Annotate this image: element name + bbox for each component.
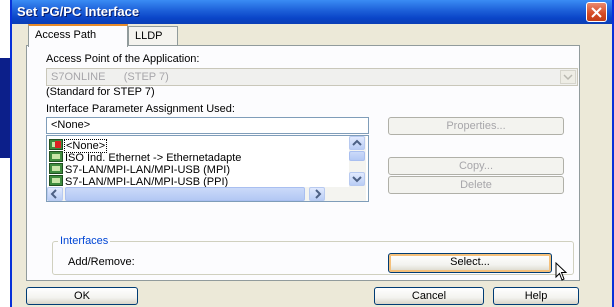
help-button[interactable]: Help [493, 287, 579, 305]
horizontal-scrollbar[interactable] [47, 187, 366, 201]
interface-param-label: Interface Parameter Assignment Used: [46, 103, 235, 115]
dropdown-arrow-icon [563, 74, 573, 81]
cancel-button[interactable]: Cancel [374, 287, 484, 305]
mouse-cursor-icon [555, 262, 568, 281]
copy-button[interactable]: Copy... [388, 157, 564, 175]
access-point-value: S7ONLINE (STEP 7) [51, 71, 169, 83]
background-strip [0, 0, 10, 307]
vertical-scrollbar[interactable] [349, 136, 366, 187]
window-title: Set PG/PC Interface [17, 4, 140, 19]
network-adapter-icon [49, 139, 63, 150]
dropdown-arrow-button [560, 70, 576, 84]
vertical-scroll-thumb[interactable] [349, 151, 365, 161]
scroll-left-button[interactable] [47, 187, 63, 201]
network-adapter-icon [49, 175, 63, 186]
scroll-arrow-icon [352, 139, 362, 146]
network-adapter-icon [49, 151, 63, 162]
access-point-select: S7ONLINE (STEP 7) [46, 68, 578, 86]
access-point-description: (Standard for STEP 7) [46, 86, 155, 98]
properties-button[interactable]: Properties... [388, 117, 564, 135]
scroll-up-button[interactable] [349, 136, 365, 150]
interfaces-legend: Interfaces [58, 235, 111, 247]
tab-label: Access Path [35, 29, 97, 41]
access-point-label: Access Point of the Application: [46, 53, 200, 65]
close-icon [591, 7, 602, 18]
add-remove-label: Add/Remove: [68, 256, 135, 268]
select-button[interactable]: Select... [388, 253, 552, 273]
background-window-fragment [0, 58, 10, 158]
tab-lldp[interactable]: LLDP [128, 26, 178, 47]
interface-param-field[interactable]: <None> [46, 117, 369, 134]
network-adapter-icon [49, 163, 63, 174]
tab-label: LLDP [135, 30, 163, 42]
scroll-arrow-icon [50, 189, 57, 199]
interface-param-value: <None> [51, 119, 91, 131]
scroll-down-button[interactable] [349, 172, 365, 186]
dialog-window: Set PG/PC Interface Access Path LLDP Acc… [10, 0, 614, 307]
close-button[interactable] [586, 2, 607, 22]
scroll-arrow-icon [315, 189, 322, 199]
scroll-arrow-icon [352, 176, 362, 183]
scroll-right-button[interactable] [309, 187, 325, 201]
ok-button[interactable]: OK [26, 287, 138, 305]
title-bar[interactable]: Set PG/PC Interface [12, 0, 612, 24]
horizontal-scroll-thumb[interactable] [65, 187, 305, 201]
delete-button[interactable]: Delete [388, 176, 564, 194]
tab-access-path[interactable]: Access Path [28, 24, 128, 47]
